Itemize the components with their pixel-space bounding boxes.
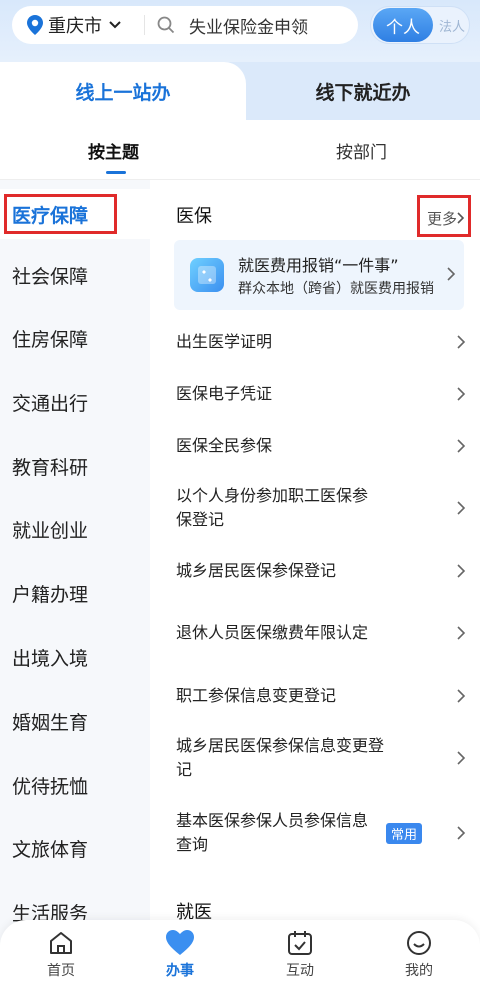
sidebar-item-household[interactable]: 户籍办理: [0, 568, 150, 618]
chevron-right-icon: [457, 626, 466, 640]
chevron-right-icon: [457, 335, 466, 349]
category-sidebar: 医疗保障 社会保障 住房保障 交通出行 教育科研 就业创业 户籍办理 出境入境 …: [0, 180, 150, 989]
item-label: 城乡居民医保参保登记: [176, 561, 337, 580]
chevron-right-icon: [457, 439, 466, 453]
tab-by-topic[interactable]: 按主题: [88, 120, 139, 180]
home-icon: [50, 932, 72, 954]
item-label: 医保全民参保: [176, 436, 273, 455]
smile-icon: [407, 931, 431, 955]
channel-tabs: 线上一站办 线下就近办: [0, 62, 480, 120]
featured-subtitle: 群众本地（跨省）就医费用报销: [238, 281, 434, 297]
chevron-right-icon: [457, 564, 466, 578]
nav-interact[interactable]: 互动: [260, 930, 340, 980]
list-item[interactable]: 退休人员医保缴费年限认定: [176, 608, 466, 658]
item-label: 出生医学证明: [176, 332, 273, 351]
featured-title: 就医费用报销“一件事”: [238, 256, 399, 275]
item-label: 退休人员医保缴费年限认定: [176, 623, 369, 642]
calendar-check-icon: [288, 931, 312, 955]
service-list: 医保 更多 就医费用报销“一件事” 群众本地（跨省）就医费用报销 出生医学证明 …: [150, 180, 480, 989]
list-item[interactable]: 城乡居民医保参保登记: [176, 557, 466, 585]
search-bar[interactable]: 重庆市 失业保险金申领: [12, 6, 358, 44]
chevron-right-icon: [457, 689, 466, 703]
chevron-right-icon: [447, 267, 456, 281]
city-name: 重庆市: [48, 16, 102, 37]
chevron-right-icon: [457, 751, 466, 765]
tab-online[interactable]: 线上一站办: [0, 62, 246, 120]
chevron-right-icon: [457, 387, 466, 401]
nav-affairs[interactable]: 办事: [140, 930, 220, 980]
bottom-nav: 首页 办事 互动 我的: [0, 920, 480, 989]
list-item[interactable]: 医保全民参保: [176, 432, 466, 460]
sidebar-item-pension[interactable]: 优待抚恤: [0, 760, 150, 810]
search-divider: [144, 15, 145, 35]
chevron-down-icon: [109, 21, 121, 29]
item-label: 基本医保参保人员参保信息查询: [176, 811, 369, 854]
sidebar-item-culture[interactable]: 文旅体育: [0, 823, 150, 873]
sidebar-item-marriage[interactable]: 婚姻生育: [0, 696, 150, 746]
section-title: 医保: [176, 206, 212, 227]
medical-card-icon: [190, 258, 224, 292]
chevron-right-icon: [457, 501, 466, 515]
list-item[interactable]: 以个人身份参加职工医保参保登记: [176, 483, 466, 533]
sub-tabs: 按主题 按部门: [0, 120, 480, 180]
nav-mine-label: 我的: [405, 963, 433, 979]
sidebar-item-employment[interactable]: 就业创业: [0, 504, 150, 554]
search-icon: [157, 16, 175, 34]
sidebar-item-housing[interactable]: 住房保障: [0, 313, 150, 363]
sidebar-item-social[interactable]: 社会保障: [0, 250, 150, 300]
search-input[interactable]: 失业保险金申领: [189, 13, 308, 38]
item-label: 职工参保信息变更登记: [176, 686, 337, 705]
chevron-right-icon: [457, 826, 466, 840]
item-label: 城乡居民医保参保信息变更登记: [176, 736, 385, 779]
nav-home[interactable]: 首页: [21, 930, 101, 980]
top-header: 重庆市 失业保险金申领 个人 法人: [0, 0, 480, 62]
item-label: 医保电子凭证: [176, 384, 273, 403]
item-label: 以个人身份参加职工医保参保登记: [176, 486, 369, 529]
city-selector[interactable]: 重庆市: [12, 12, 144, 38]
featured-service-card[interactable]: 就医费用报销“一件事” 群众本地（跨省）就医费用报销: [174, 240, 464, 310]
role-switch[interactable]: 个人 法人: [370, 6, 470, 44]
nav-interact-label: 互动: [286, 963, 314, 979]
nav-home-label: 首页: [47, 963, 75, 979]
location-pin-icon: [27, 15, 43, 35]
sidebar-item-transport[interactable]: 交通出行: [0, 377, 150, 427]
list-item[interactable]: 职工参保信息变更登记: [176, 682, 466, 710]
list-item[interactable]: 基本医保参保人员参保信息查询 常用: [176, 808, 466, 858]
nav-affairs-label: 办事: [166, 963, 194, 979]
tab-offline[interactable]: 线下就近办: [246, 62, 480, 120]
frequent-badge: 常用: [386, 822, 423, 844]
highlight-box: [417, 195, 471, 237]
sidebar-item-education[interactable]: 教育科研: [0, 441, 150, 491]
list-item[interactable]: 城乡居民医保参保信息变更登记: [176, 733, 466, 783]
nav-mine[interactable]: 我的: [379, 930, 459, 980]
highlight-box: [4, 194, 117, 234]
role-personal[interactable]: 个人: [373, 8, 433, 42]
sidebar-item-border[interactable]: 出境入境: [0, 632, 150, 682]
tab-by-department[interactable]: 按部门: [336, 120, 387, 180]
list-item[interactable]: 出生医学证明: [176, 328, 466, 356]
role-legal-person[interactable]: 法人: [439, 16, 465, 35]
heart-icon: [166, 930, 194, 955]
list-item[interactable]: 医保电子凭证: [176, 380, 466, 408]
